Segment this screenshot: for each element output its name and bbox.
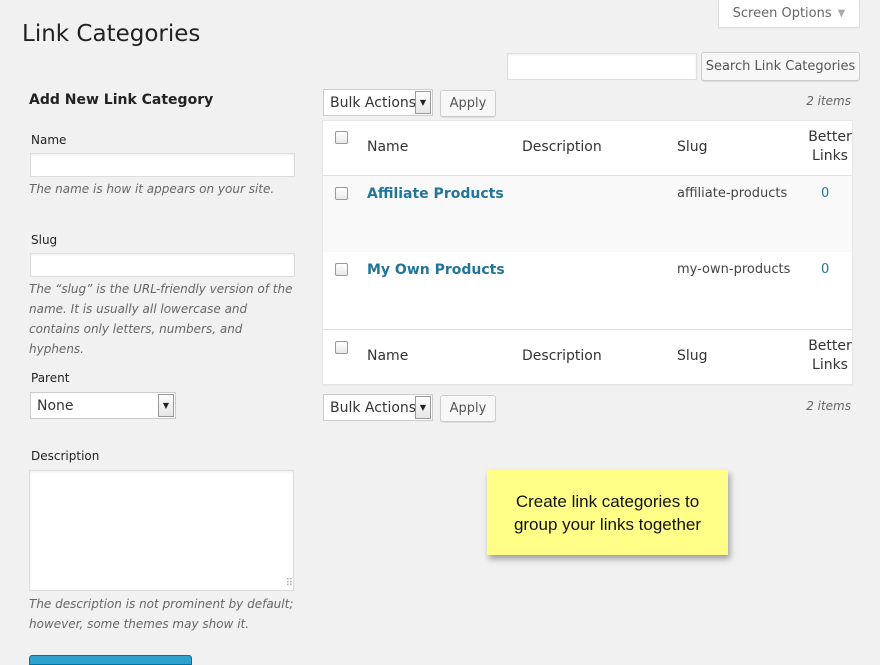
row-checkbox[interactable] [335,187,348,200]
add-new-link-category-button[interactable] [29,655,192,665]
column-header-name[interactable]: Name [367,139,408,155]
column-footer-name[interactable]: Name [367,348,408,364]
name-field[interactable] [30,153,295,177]
caret-down-icon: ▼ [837,8,846,19]
select-all-checkbox-bottom[interactable] [335,341,348,354]
select-all-checkbox-top[interactable] [335,131,348,144]
items-count-bottom: 2 items [806,399,851,413]
page-title: Link Categories [22,21,201,47]
screen-options-label: Screen Options [732,6,832,21]
description-help-text: The description is not prominent by defa… [29,597,294,631]
category-name-link[interactable]: Affiliate Products [367,186,504,202]
add-new-link-category-heading: Add New Link Category [29,92,214,108]
category-link-count[interactable]: 0 [821,262,829,277]
bulk-actions-select-bottom[interactable]: Bulk Actions ▼ [323,394,433,421]
column-footer-slug[interactable]: Slug [677,348,708,364]
apply-button-top[interactable]: Apply [440,90,496,117]
row-checkbox[interactable] [335,263,348,276]
slug-help-text: The “slug” is the URL-friendly version o… [29,282,293,356]
bulk-actions-value: Bulk Actions [330,94,417,111]
note-line-2: group your links together [513,515,702,534]
description-label: Description [31,449,100,463]
better-links-line2: Links [812,357,848,373]
apply-button-bottom[interactable]: Apply [440,395,496,422]
category-slug: my-own-products [677,262,791,277]
parent-label: Parent [31,371,70,385]
bulk-actions-value: Bulk Actions [330,399,417,416]
column-header-slug[interactable]: Slug [677,139,708,155]
bulk-actions-select-top[interactable]: Bulk Actions ▼ [323,89,433,116]
name-label: Name [31,133,67,147]
better-links-line1: Better [808,338,852,354]
table-row: Affiliate Products affiliate-products 0 [323,176,852,252]
footer-divider [323,329,852,330]
table-row: My Own Products my-own-products 0 [323,252,852,328]
category-link-count[interactable]: 0 [821,186,829,201]
column-header-description[interactable]: Description [522,139,602,155]
link-categories-table: Name Description Slug Better Links Affil… [322,120,853,385]
slug-label: Slug [31,233,58,247]
search-input[interactable] [507,53,697,80]
select-arrow-icon: ▼ [158,394,174,417]
name-help-text: The name is how it appears on your site. [29,182,275,196]
select-arrow-icon: ▼ [415,396,431,419]
column-header-better-links[interactable]: Better Links [805,128,855,166]
screen-options-button[interactable]: Screen Options ▼ [718,0,860,28]
parent-select-value: None [37,397,74,414]
column-footer-description[interactable]: Description [522,348,602,364]
column-footer-better-links[interactable]: Better Links [805,337,855,375]
resize-grip-icon[interactable]: ⠿ [286,578,293,589]
select-arrow-icon: ▼ [415,91,431,114]
better-links-line2: Links [812,148,848,164]
better-links-line1: Better [808,129,852,145]
parent-select[interactable]: None ▼ [30,392,176,419]
sticky-note-annotation: Create link categories to group your lin… [487,470,728,555]
items-count-top: 2 items [806,94,851,108]
note-line-1: Create link categories to [515,492,700,511]
category-name-link[interactable]: My Own Products [367,262,505,278]
slug-field[interactable] [30,253,295,277]
search-link-categories-button[interactable]: Search Link Categories [701,52,860,81]
category-slug: affiliate-products [677,186,788,201]
description-textarea[interactable]: ⠿ [29,470,294,591]
